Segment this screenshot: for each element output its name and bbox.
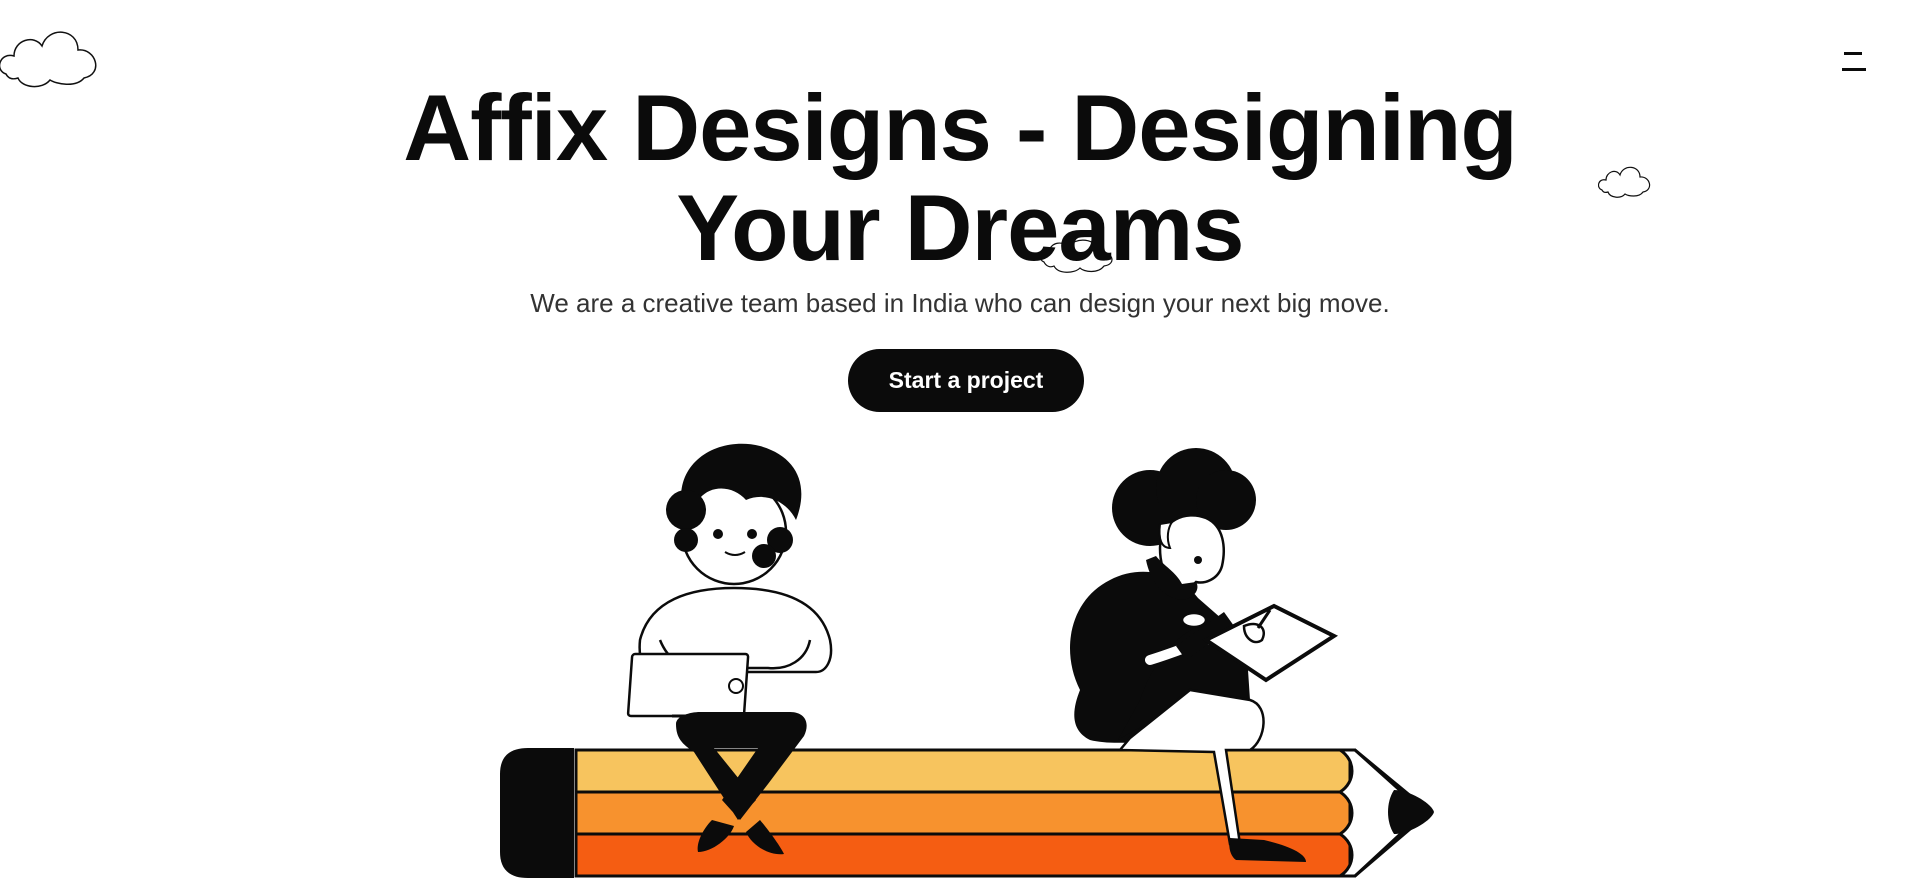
hero-illustration <box>500 443 1434 878</box>
